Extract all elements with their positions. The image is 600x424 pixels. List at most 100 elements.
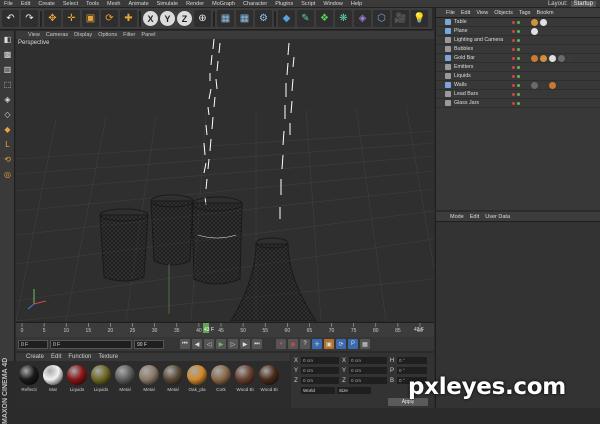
param-key-icon[interactable]: P — [348, 339, 358, 349]
live-select-icon[interactable]: ✥ — [44, 10, 61, 27]
axis-mode-icon[interactable]: L — [1, 138, 14, 151]
objmenu-file[interactable]: File — [446, 10, 455, 16]
object-row[interactable]: Walls — [436, 81, 600, 90]
editor-visibility-dot[interactable] — [512, 29, 515, 33]
object-row[interactable]: Lead Bars — [436, 90, 600, 99]
render-visibility-dot[interactable] — [517, 74, 520, 78]
menu-window[interactable]: Window — [319, 1, 347, 7]
viewport-menu-options[interactable]: Options — [98, 32, 117, 38]
keyframe-selection-icon[interactable]: ? — [300, 339, 310, 349]
render-settings-icon[interactable]: ⚙ — [255, 10, 272, 27]
render-visibility-dot[interactable] — [517, 29, 520, 33]
material-tag-icon[interactable] — [540, 18, 547, 26]
objmenu-objects[interactable]: Objects — [494, 10, 513, 16]
menu-select[interactable]: Select — [59, 1, 82, 7]
tweak-mode-icon[interactable]: ⟲ — [1, 153, 14, 166]
objmenu-edit[interactable]: Edit — [461, 10, 470, 16]
prev-key-icon[interactable]: ◀ — [192, 339, 202, 349]
make-editable-icon[interactable]: ◧ — [1, 33, 14, 46]
light-icon[interactable]: 💡 — [411, 10, 428, 27]
visibility-toggles[interactable] — [512, 38, 520, 42]
rotation-key-icon[interactable]: ⟳ — [336, 339, 346, 349]
editor-visibility-dot[interactable] — [512, 101, 515, 105]
material-tag-icon[interactable] — [531, 18, 538, 26]
size-mode-select[interactable]: Size — [337, 387, 371, 394]
y-axis-button[interactable]: Y — [160, 11, 175, 26]
editor-visibility-dot[interactable] — [512, 83, 515, 87]
object-row[interactable]: Plane — [436, 27, 600, 36]
menu-mesh[interactable]: Mesh — [103, 1, 124, 7]
attrmenu-edit[interactable]: Edit — [470, 214, 479, 220]
visibility-toggles[interactable] — [512, 101, 520, 105]
size-field[interactable]: 0 cm — [349, 367, 387, 374]
timeline[interactable]: 0 5 10 15 20 25 30 35 40 45 50 55 60 65 70 75 80 85 90 43 … — [16, 322, 434, 337]
visibility-toggles[interactable] — [512, 20, 520, 24]
visibility-toggles[interactable] — [512, 92, 520, 96]
material-swatch[interactable]: Wood Bi — [258, 365, 280, 404]
autokey-icon[interactable]: ◉ — [288, 339, 298, 349]
recent-tool-icon[interactable]: ✚ — [120, 10, 137, 27]
material-tag-icon[interactable] — [549, 54, 556, 62]
material-swatch[interactable]: Metal — [162, 365, 184, 404]
end-frame-field[interactable]: 90 F — [134, 339, 164, 349]
goto-start-icon[interactable]: ⏮ — [180, 339, 190, 349]
menu-character[interactable]: Character — [239, 1, 271, 7]
material-swatch[interactable]: Wood Bi — [234, 365, 256, 404]
material-tag-icon[interactable] — [540, 81, 547, 89]
material-tag-icon[interactable] — [531, 54, 538, 62]
object-row[interactable]: Table — [436, 18, 600, 27]
menu-render[interactable]: Render — [182, 1, 208, 7]
size-field[interactable]: 0 cm — [349, 357, 387, 364]
position-field[interactable]: 0 cm — [301, 367, 339, 374]
editor-visibility-dot[interactable] — [512, 74, 515, 78]
render-visibility-dot[interactable] — [517, 38, 520, 42]
editor-visibility-dot[interactable] — [512, 65, 515, 69]
material-tag-icon[interactable] — [531, 81, 538, 89]
coordinate-mode-select[interactable]: World — [301, 387, 335, 394]
scale-key-icon[interactable]: ▣ — [324, 339, 334, 349]
render-view-icon[interactable]: ▦ — [217, 10, 234, 27]
menu-mograph[interactable]: MoGraph — [208, 1, 239, 7]
material-swatch[interactable]: Oak_pla — [186, 365, 208, 404]
menu-script[interactable]: Script — [297, 1, 319, 7]
deformer-icon[interactable]: ◈ — [354, 10, 371, 27]
menu-plugins[interactable]: Plugins — [271, 1, 297, 7]
menu-tools[interactable]: Tools — [82, 1, 103, 7]
visibility-toggles[interactable] — [512, 65, 520, 69]
render-visibility-dot[interactable] — [517, 20, 520, 24]
menu-simulate[interactable]: Simulate — [153, 1, 182, 7]
menu-create[interactable]: Create — [34, 1, 59, 7]
material-menu-function[interactable]: Function — [68, 354, 91, 360]
editor-visibility-dot[interactable] — [512, 56, 515, 60]
material-menu-edit[interactable]: Edit — [51, 354, 61, 360]
menu-file[interactable]: File — [0, 1, 17, 7]
position-key-icon[interactable]: ✛ — [312, 339, 322, 349]
material-tag-icon[interactable] — [540, 54, 547, 62]
record-icon[interactable]: ● — [276, 339, 286, 349]
scale-icon[interactable]: ▣ — [82, 10, 99, 27]
viewport-menu-cameras[interactable]: Cameras — [46, 32, 68, 38]
3d-viewport[interactable]: Perspective — [16, 39, 434, 321]
viewport-menu-panel[interactable]: Panel — [141, 32, 155, 38]
material-menu-create[interactable]: Create — [26, 354, 44, 360]
next-frame-icon[interactable]: ▷ — [228, 339, 238, 349]
start-frame-field[interactable]: 0 F — [18, 339, 48, 349]
material-tag-icon[interactable] — [549, 81, 556, 89]
object-row[interactable]: Liquids — [436, 72, 600, 81]
material-swatch[interactable]: Liquids — [90, 365, 112, 404]
snap-icon[interactable]: ◎ — [1, 168, 14, 181]
material-tag-icon[interactable] — [558, 54, 565, 62]
viewport-menu-filter[interactable]: Filter — [123, 32, 135, 38]
goto-end-icon[interactable]: ⏭ — [252, 339, 262, 349]
position-field[interactable]: 0 cm — [301, 377, 339, 384]
material-swatch[interactable]: Reflecti — [18, 365, 40, 404]
visibility-toggles[interactable] — [512, 56, 520, 60]
texture-mode-icon[interactable]: ▥ — [1, 63, 14, 76]
menu-edit[interactable]: Edit — [17, 1, 34, 7]
subdivision-icon[interactable]: ❖ — [316, 10, 333, 27]
material-tag-icon[interactable] — [567, 54, 574, 62]
pen-icon[interactable]: ✎ — [297, 10, 314, 27]
render-visibility-dot[interactable] — [517, 56, 520, 60]
pla-key-icon[interactable]: ▦ — [360, 339, 370, 349]
attrmenu-mode[interactable]: Mode — [450, 214, 464, 220]
